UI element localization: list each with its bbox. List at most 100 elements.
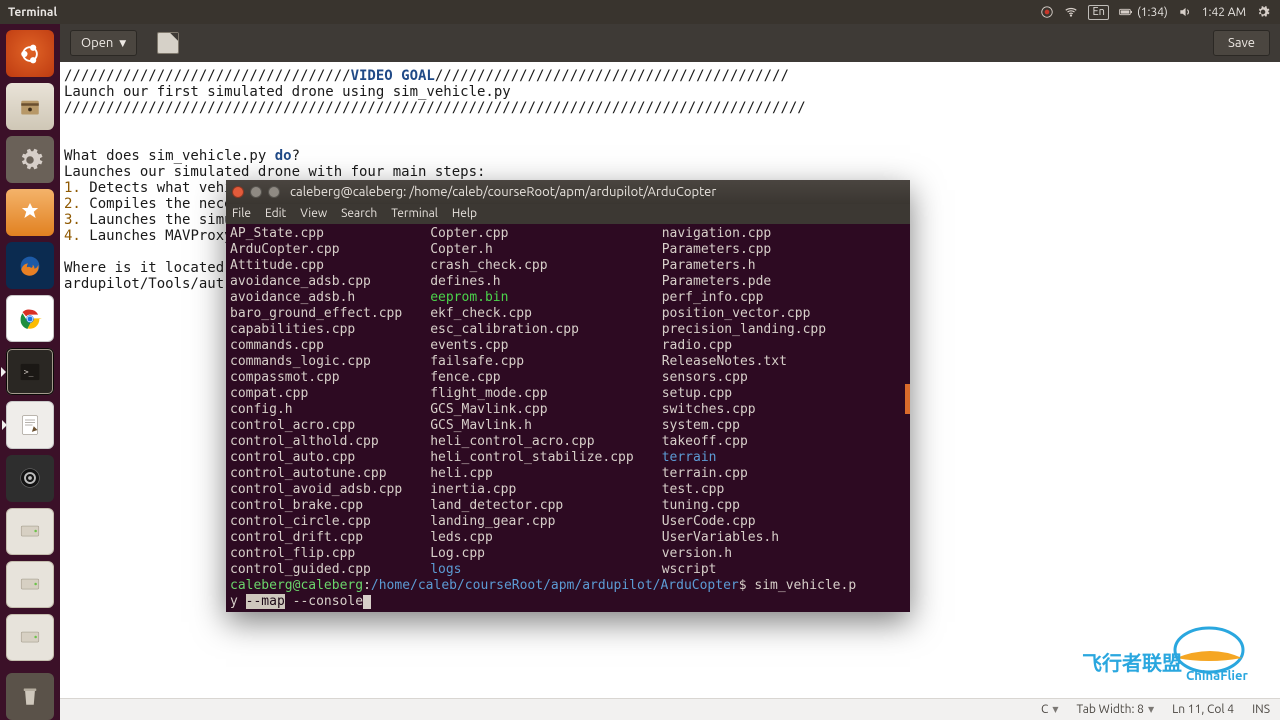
dash-icon[interactable] bbox=[6, 30, 54, 77]
firefox-icon[interactable] bbox=[6, 242, 54, 289]
obs-tray-icon[interactable] bbox=[1040, 5, 1054, 19]
file-entry: radio.cpp bbox=[662, 338, 826, 354]
window-minimize-icon[interactable] bbox=[250, 186, 262, 198]
menu-terminal[interactable]: Terminal bbox=[391, 207, 438, 220]
file-entry: failsafe.cpp bbox=[430, 354, 634, 370]
status-insert-mode: INS bbox=[1252, 703, 1270, 716]
file-entry: ekf_check.cpp bbox=[430, 306, 634, 322]
file-entry: ReleaseNotes.txt bbox=[662, 354, 826, 370]
menu-search[interactable]: Search bbox=[341, 207, 377, 220]
file-entry: control_brake.cpp bbox=[230, 498, 402, 514]
disk-icon-3[interactable] bbox=[6, 614, 54, 661]
wifi-icon[interactable] bbox=[1064, 5, 1078, 19]
file-entry: logs bbox=[430, 562, 634, 578]
file-entry: avoidance_adsb.cpp bbox=[230, 274, 402, 290]
open-button-label: Open bbox=[81, 36, 113, 50]
terminal-window: caleberg@caleberg: /home/caleb/courseRoo… bbox=[226, 180, 910, 612]
terminal-titlebar[interactable]: caleberg@caleberg: /home/caleb/courseRoo… bbox=[226, 180, 910, 204]
file-entry: system.cpp bbox=[662, 418, 826, 434]
disk-icon-1[interactable] bbox=[6, 508, 54, 555]
file-entry: terrain.cpp bbox=[662, 466, 826, 482]
file-entry: control_avoid_adsb.cpp bbox=[230, 482, 402, 498]
file-entry: control_circle.cpp bbox=[230, 514, 402, 530]
file-entry: crash_check.cpp bbox=[430, 258, 634, 274]
language-indicator[interactable]: En bbox=[1088, 5, 1108, 20]
file-entry: defines.h bbox=[430, 274, 634, 290]
new-doc-button[interactable] bbox=[143, 27, 185, 59]
file-entry: fence.cpp bbox=[430, 370, 634, 386]
file-entry: control_althold.cpp bbox=[230, 434, 402, 450]
cursor bbox=[363, 595, 371, 609]
gedit-status-bar: C ▼ Tab Width: 8 ▼ Ln 11, Col 4 INS bbox=[60, 698, 1280, 720]
chevron-down-icon: ▼ bbox=[1052, 705, 1058, 714]
file-entry: capabilities.cpp bbox=[230, 322, 402, 338]
menu-edit[interactable]: Edit bbox=[265, 207, 286, 220]
menu-help[interactable]: Help bbox=[452, 207, 477, 220]
open-button[interactable]: Open ▼ bbox=[70, 30, 137, 56]
window-maximize-icon[interactable] bbox=[268, 186, 280, 198]
file-entry: inertia.cpp bbox=[430, 482, 634, 498]
software-center-icon[interactable] bbox=[6, 189, 54, 236]
running-indicator bbox=[2, 420, 7, 430]
file-entry: GCS_Mavlink.cpp bbox=[430, 402, 634, 418]
clock[interactable]: 1:42 AM bbox=[1202, 6, 1246, 19]
file-entry: compassmot.cpp bbox=[230, 370, 402, 386]
text-editor-icon[interactable] bbox=[6, 401, 54, 448]
terminal-body[interactable]: AP_State.cppArduCopter.cppAttitude.cppav… bbox=[226, 224, 910, 612]
trash-icon[interactable] bbox=[6, 673, 54, 720]
menu-view[interactable]: View bbox=[300, 207, 327, 220]
unity-launcher: >_ bbox=[0, 24, 60, 720]
file-entry: flight_mode.cpp bbox=[430, 386, 634, 402]
text-line: Launch our first simulated drone using s… bbox=[64, 84, 511, 100]
file-entry: Parameters.h bbox=[662, 258, 826, 274]
file-entry: Parameters.pde bbox=[662, 274, 826, 290]
status-tab-width[interactable]: Tab Width: 8 ▼ bbox=[1076, 703, 1154, 716]
comment-line: ////////////////////////////////////////… bbox=[64, 100, 806, 116]
file-entry: GCS_Mavlink.h bbox=[430, 418, 634, 434]
typed-command: sim_vehicle.p bbox=[754, 578, 856, 593]
file-entry: heli_control_stabilize.cpp bbox=[430, 450, 634, 466]
comment-line: //////////////////////////////////VIDEO … bbox=[64, 68, 789, 84]
chevron-down-icon: ▼ bbox=[119, 38, 126, 49]
files-icon[interactable] bbox=[6, 83, 54, 130]
document-icon bbox=[157, 32, 179, 54]
disk-icon-2[interactable] bbox=[6, 561, 54, 608]
file-entry: leds.cpp bbox=[430, 530, 634, 546]
scrollbar[interactable] bbox=[905, 384, 910, 414]
file-entry: navigation.cpp bbox=[662, 226, 826, 242]
text-line: Where is it located bbox=[64, 260, 224, 276]
terminal-prompt-cont: y --map --console bbox=[230, 594, 906, 610]
text-line: ardupilot/Tools/aut bbox=[64, 276, 224, 292]
active-app-title: Terminal bbox=[0, 6, 57, 19]
file-entry: setup.cpp bbox=[662, 386, 826, 402]
status-language[interactable]: C ▼ bbox=[1041, 703, 1059, 716]
file-entry: esc_calibration.cpp bbox=[430, 322, 634, 338]
file-entry: compat.cpp bbox=[230, 386, 402, 402]
top-panel: Terminal En (1:34) 1:42 AM bbox=[0, 0, 1280, 24]
obs-launcher-icon[interactable] bbox=[6, 455, 54, 502]
terminal-title: caleberg@caleberg: /home/caleb/courseRoo… bbox=[290, 185, 716, 199]
menu-file[interactable]: File bbox=[232, 207, 251, 220]
list-item: 1. Detects what vehi bbox=[64, 180, 233, 196]
file-entry: land_detector.cpp bbox=[430, 498, 634, 514]
file-entry: position_vector.cpp bbox=[662, 306, 826, 322]
file-entry: commands_logic.cpp bbox=[230, 354, 402, 370]
text-line: What does sim_vehicle.py do? bbox=[64, 148, 300, 164]
file-entry: takeoff.cpp bbox=[662, 434, 826, 450]
file-entry: landing_gear.cpp bbox=[430, 514, 634, 530]
terminal-launcher-icon[interactable]: >_ bbox=[6, 348, 54, 395]
volume-icon[interactable] bbox=[1178, 5, 1192, 19]
svg-text:>_: >_ bbox=[24, 366, 34, 376]
file-entry: terrain bbox=[662, 450, 826, 466]
chrome-icon[interactable] bbox=[6, 295, 54, 342]
file-entry: config.h bbox=[230, 402, 402, 418]
file-entry: UserVariables.h bbox=[662, 530, 826, 546]
save-button[interactable]: Save bbox=[1213, 30, 1270, 56]
ls-output: AP_State.cppArduCopter.cppAttitude.cppav… bbox=[230, 226, 906, 578]
gedit-toolbar: Open ▼ Save bbox=[60, 24, 1280, 62]
file-entry: Parameters.cpp bbox=[662, 242, 826, 258]
window-close-icon[interactable] bbox=[232, 186, 244, 198]
battery-indicator[interactable]: (1:34) bbox=[1119, 5, 1168, 19]
session-gear-icon[interactable] bbox=[1256, 5, 1270, 19]
settings-icon[interactable] bbox=[6, 136, 54, 183]
